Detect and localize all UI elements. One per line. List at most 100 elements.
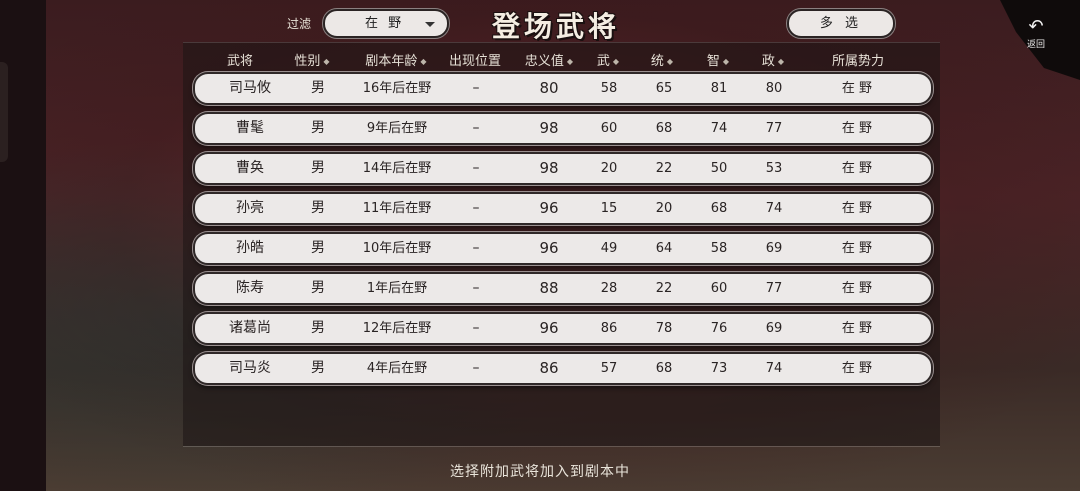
column-header-lead[interactable]: 统 ◆ xyxy=(651,50,673,69)
cell-war: 57 xyxy=(600,361,618,376)
page-title: 登场武将 xyxy=(492,10,621,43)
cell-faction: 在 野 xyxy=(841,361,873,376)
cell-war: 60 xyxy=(600,121,618,136)
multi-select-button[interactable]: 多 选 xyxy=(787,9,895,38)
cell-pol: 77 xyxy=(765,121,783,136)
cell-war: 86 xyxy=(600,321,618,336)
filter-label: 过滤 xyxy=(287,17,312,31)
cell-loyalty: 86 xyxy=(539,359,559,377)
sort-icon: ◆ xyxy=(566,57,574,66)
column-header-loyalty[interactable]: 忠义值 ◆ xyxy=(525,50,573,69)
cell-gender: 男 xyxy=(311,200,325,216)
column-header-location: 出现位置 xyxy=(449,50,501,69)
cell-war: 15 xyxy=(600,201,618,216)
cell-pol: 74 xyxy=(765,201,783,216)
column-header-pol[interactable]: 政 ◆ xyxy=(762,50,784,69)
cell-war: 58 xyxy=(600,81,618,96)
cell-faction: 在 野 xyxy=(841,161,873,176)
cell-pol: 69 xyxy=(765,321,783,336)
cell-age: 14年后在野 xyxy=(362,161,432,176)
cell-age: 10年后在野 xyxy=(362,241,432,256)
cell-intel: 74 xyxy=(710,121,728,136)
cell-intel: 50 xyxy=(710,161,728,176)
cell-lead: 65 xyxy=(655,81,673,96)
cell-loyalty: 98 xyxy=(539,119,559,137)
cell-age: 4年后在野 xyxy=(366,361,428,376)
table-row[interactable]: 孙皓 男 10年后在野 – 96 49 64 58 69 在 野 xyxy=(193,232,933,265)
cell-name: 陈寿 xyxy=(236,280,264,296)
cell-age: 16年后在野 xyxy=(362,81,432,96)
cell-lead: 68 xyxy=(655,361,673,376)
cell-age: 9年后在野 xyxy=(366,121,428,136)
edge-notch xyxy=(0,62,8,162)
cell-intel: 60 xyxy=(710,281,728,296)
cell-faction: 在 野 xyxy=(841,321,873,336)
cell-age: 12年后在野 xyxy=(362,321,432,336)
cell-gender: 男 xyxy=(311,120,325,136)
cell-gender: 男 xyxy=(311,320,325,336)
column-header-label: 性别 xyxy=(294,54,321,69)
cell-faction: 在 野 xyxy=(841,81,873,96)
column-header-age[interactable]: 剧本年龄 ◆ xyxy=(365,50,426,69)
cell-name: 曹奂 xyxy=(236,160,264,176)
back-button[interactable]: ↶ 返回 xyxy=(1020,18,1052,54)
cell-location: – xyxy=(472,120,480,136)
cell-loyalty: 96 xyxy=(539,199,559,217)
sort-icon: ◆ xyxy=(323,57,330,66)
filter-dropdown[interactable]: 在 野 xyxy=(323,9,449,38)
column-header-intel[interactable]: 智 ◆ xyxy=(707,50,729,69)
cell-lead: 78 xyxy=(655,321,673,336)
column-header-label: 政 xyxy=(761,54,775,69)
cell-location: – xyxy=(472,160,480,176)
column-header-label: 忠义值 xyxy=(524,54,564,69)
chevron-down-icon xyxy=(425,22,435,27)
cell-gender: 男 xyxy=(311,280,325,296)
cell-lead: 22 xyxy=(655,161,673,176)
cell-loyalty: 96 xyxy=(539,319,559,337)
cell-intel: 76 xyxy=(710,321,728,336)
column-header-name: 武将 xyxy=(227,50,253,69)
cell-war: 49 xyxy=(600,241,618,256)
column-header-label: 所属势力 xyxy=(831,54,885,69)
cell-intel: 73 xyxy=(710,361,728,376)
cell-name: 孙皓 xyxy=(236,240,264,256)
cell-name: 司马攸 xyxy=(229,80,271,96)
sort-icon: ◆ xyxy=(420,57,427,66)
column-header-label: 统 xyxy=(650,54,664,69)
cell-loyalty: 96 xyxy=(539,239,559,257)
cell-age: 1年后在野 xyxy=(366,281,428,296)
cell-name: 诸葛尚 xyxy=(229,320,271,336)
panel-divider-bottom xyxy=(183,446,940,447)
cell-war: 28 xyxy=(600,281,618,296)
cell-faction: 在 野 xyxy=(841,201,873,216)
table-row[interactable]: 司马炎 男 4年后在野 – 86 57 68 73 74 在 野 xyxy=(193,352,933,385)
cell-name: 曹髦 xyxy=(236,120,264,136)
cell-gender: 男 xyxy=(311,80,325,96)
cell-lead: 64 xyxy=(655,241,673,256)
column-header-gender[interactable]: 性别 ◆ xyxy=(294,50,329,69)
table-row[interactable]: 曹奂 男 14年后在野 – 98 20 22 50 53 在 野 xyxy=(193,152,933,185)
cell-pol: 80 xyxy=(765,81,783,96)
filter-value: 在 野 xyxy=(365,16,405,31)
column-header-war[interactable]: 武 ◆ xyxy=(597,50,619,69)
cell-lead: 22 xyxy=(655,281,673,296)
cell-war: 20 xyxy=(600,161,618,176)
cell-gender: 男 xyxy=(311,360,325,376)
table-row[interactable]: 孙亮 男 11年后在野 – 96 15 20 68 74 在 野 xyxy=(193,192,933,225)
table-row[interactable]: 诸葛尚 男 12年后在野 – 96 86 78 76 69 在 野 xyxy=(193,312,933,345)
back-label: 返回 xyxy=(1026,40,1045,50)
cell-intel: 68 xyxy=(710,201,728,216)
column-header-label: 武 xyxy=(596,54,610,69)
cell-name: 司马炎 xyxy=(229,360,271,376)
cell-location: – xyxy=(472,280,480,296)
cell-intel: 58 xyxy=(710,241,728,256)
table-row[interactable]: 陈寿 男 1年后在野 – 88 28 22 60 77 在 野 xyxy=(193,272,933,305)
footer-hint: 选择附加武将加入到剧本中 xyxy=(450,464,630,480)
cell-pol: 74 xyxy=(765,361,783,376)
cell-faction: 在 野 xyxy=(841,241,873,256)
left-edge-strip xyxy=(0,0,46,491)
cell-gender: 男 xyxy=(311,160,325,176)
table-row[interactable]: 司马攸 男 16年后在野 – 80 58 65 81 80 在 野 xyxy=(193,72,933,105)
table-row[interactable]: 曹髦 男 9年后在野 – 98 60 68 74 77 在 野 xyxy=(193,112,933,145)
cell-location: – xyxy=(472,240,480,256)
